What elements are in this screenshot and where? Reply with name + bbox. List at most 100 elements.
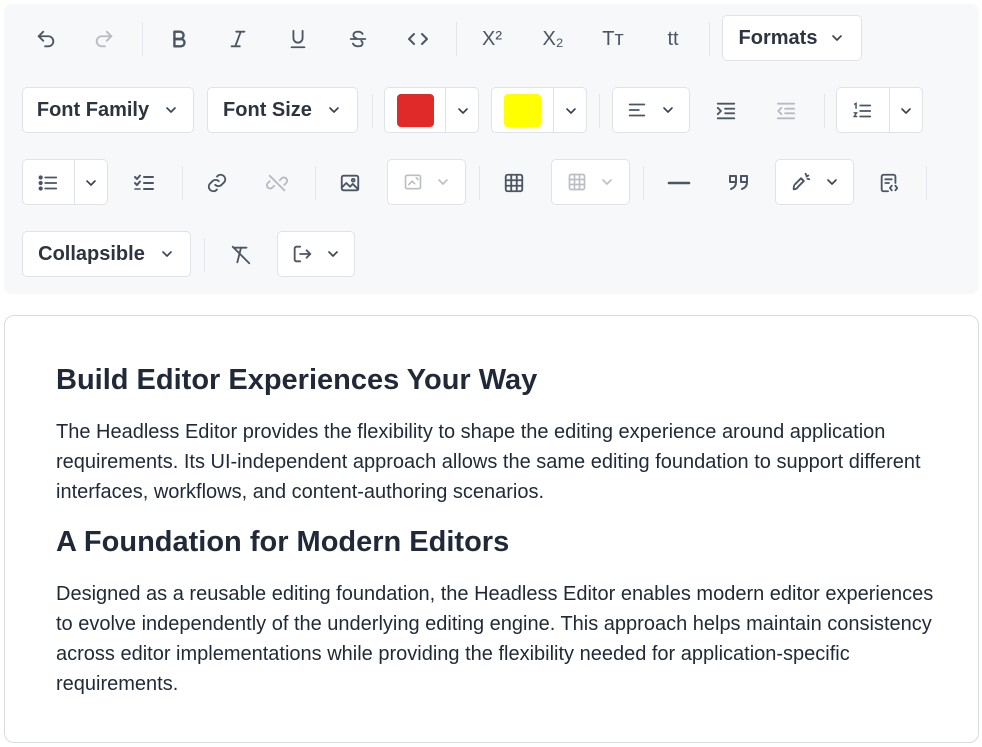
image-options-dropdown[interactable] [387, 159, 466, 205]
separator [709, 22, 710, 56]
separator [142, 22, 143, 56]
table-icon [504, 173, 524, 193]
format-painter-dropdown[interactable] [775, 159, 854, 205]
horizontal-rule-icon [667, 181, 691, 185]
split-divider [74, 160, 75, 204]
insert-image-button[interactable] [330, 160, 370, 206]
chevron-down-icon[interactable] [563, 103, 579, 119]
numbered-list-icon[interactable] [851, 100, 873, 122]
heading-foundation[interactable]: A Foundation for Modern Editors [56, 526, 509, 559]
superscript-button[interactable]: X² [471, 16, 513, 62]
strikethrough-icon [349, 30, 367, 48]
chevron-down-icon [162, 251, 172, 257]
format-painter-icon [792, 172, 810, 191]
italic-button[interactable] [218, 16, 258, 62]
clear-formatting-icon [231, 245, 251, 265]
chevron-down-icon [832, 35, 843, 41]
lowercase-button[interactable]: tt [652, 16, 694, 62]
text-color-split-button[interactable] [384, 87, 479, 133]
inline-code-button[interactable] [398, 16, 438, 62]
indent-icon [716, 102, 736, 120]
separator [315, 166, 316, 200]
collapsible-dropdown[interactable]: Collapsible [22, 231, 191, 277]
collapsible-label: Collapsible [38, 242, 145, 265]
undo-button[interactable] [26, 16, 66, 62]
insert-link-button[interactable] [197, 160, 237, 206]
bold-icon [173, 30, 186, 48]
split-divider [889, 88, 890, 132]
chevron-down-icon[interactable] [83, 175, 99, 191]
align-left-icon [628, 103, 646, 117]
superscript-icon: X² [482, 27, 502, 50]
image-icon [340, 174, 360, 192]
separator [456, 22, 457, 56]
image-edit-icon [404, 174, 421, 190]
indent-button[interactable] [706, 88, 746, 134]
chevron-down-icon [437, 179, 448, 185]
export-dropdown[interactable] [277, 231, 355, 277]
chevron-down-icon [166, 107, 176, 113]
source-code-button[interactable] [868, 160, 910, 206]
editor-content-area[interactable]: Build Editor Experiences Your Way The He… [4, 315, 979, 743]
separator [926, 166, 927, 200]
table-icon [568, 173, 585, 191]
paragraph-foundation[interactable]: Designed as a reusable editing foundatio… [56, 579, 936, 699]
uppercase-button[interactable]: Tт [592, 16, 634, 62]
chevron-down-icon [826, 179, 837, 185]
blockquote-button[interactable] [718, 160, 760, 206]
outdent-button[interactable] [766, 88, 806, 134]
export-icon [293, 245, 312, 263]
subscript-icon: X₂ [542, 27, 564, 50]
font-family-label: Font Family [36, 98, 150, 121]
subscript-button[interactable]: X₂ [532, 16, 574, 62]
remove-link-button[interactable] [257, 160, 297, 206]
strikethrough-button[interactable] [338, 16, 378, 62]
split-divider [553, 88, 554, 132]
chevron-down-icon [328, 251, 338, 257]
quote-icon [729, 175, 748, 190]
highlight-color-swatch[interactable] [504, 94, 541, 127]
chevron-down-icon[interactable] [898, 103, 914, 119]
checklist-button[interactable] [124, 160, 164, 206]
separator [599, 94, 600, 128]
formats-label: Formats [738, 26, 818, 49]
heading-build-editor[interactable]: Build Editor Experiences Your Way [56, 364, 537, 397]
numbered-list-split-button[interactable] [836, 87, 923, 133]
align-dropdown[interactable] [612, 87, 690, 133]
italic-icon [230, 30, 246, 48]
chevron-down-icon [663, 107, 673, 113]
separator [643, 166, 644, 200]
table-options-dropdown[interactable] [551, 159, 630, 205]
separator [479, 166, 480, 200]
horizontal-rule-button[interactable] [658, 160, 700, 206]
insert-table-button[interactable] [494, 160, 534, 206]
redo-button[interactable] [84, 16, 124, 62]
paragraph-intro[interactable]: The Headless Editor provides the flexibi… [56, 417, 936, 507]
separator [824, 94, 825, 128]
chevron-down-icon[interactable] [455, 103, 471, 119]
undo-icon [37, 30, 55, 48]
text-color-swatch[interactable] [397, 94, 434, 127]
separator [372, 94, 373, 128]
font-size-dropdown[interactable]: Font Size [207, 87, 358, 133]
bullet-list-icon[interactable] [37, 172, 59, 194]
underline-button[interactable] [278, 16, 318, 62]
lowercase-icon: tt [667, 27, 679, 50]
separator [204, 238, 205, 272]
redo-icon [95, 30, 113, 48]
outdent-icon [776, 102, 796, 120]
chevron-down-icon [329, 107, 339, 113]
font-family-dropdown[interactable]: Font Family [22, 87, 194, 133]
formats-dropdown[interactable]: Formats [722, 15, 862, 61]
checklist-icon [134, 174, 154, 190]
link-icon [207, 173, 227, 193]
chevron-down-icon [601, 179, 612, 185]
separator [182, 166, 183, 200]
clear-formatting-button[interactable] [221, 232, 261, 278]
bold-button[interactable] [159, 16, 199, 62]
uppercase-icon: Tт [602, 27, 624, 50]
font-size-label: Font Size [223, 98, 312, 121]
source-code-icon [880, 173, 899, 193]
bullet-list-split-button[interactable] [22, 159, 108, 205]
highlight-color-split-button[interactable] [491, 87, 587, 133]
